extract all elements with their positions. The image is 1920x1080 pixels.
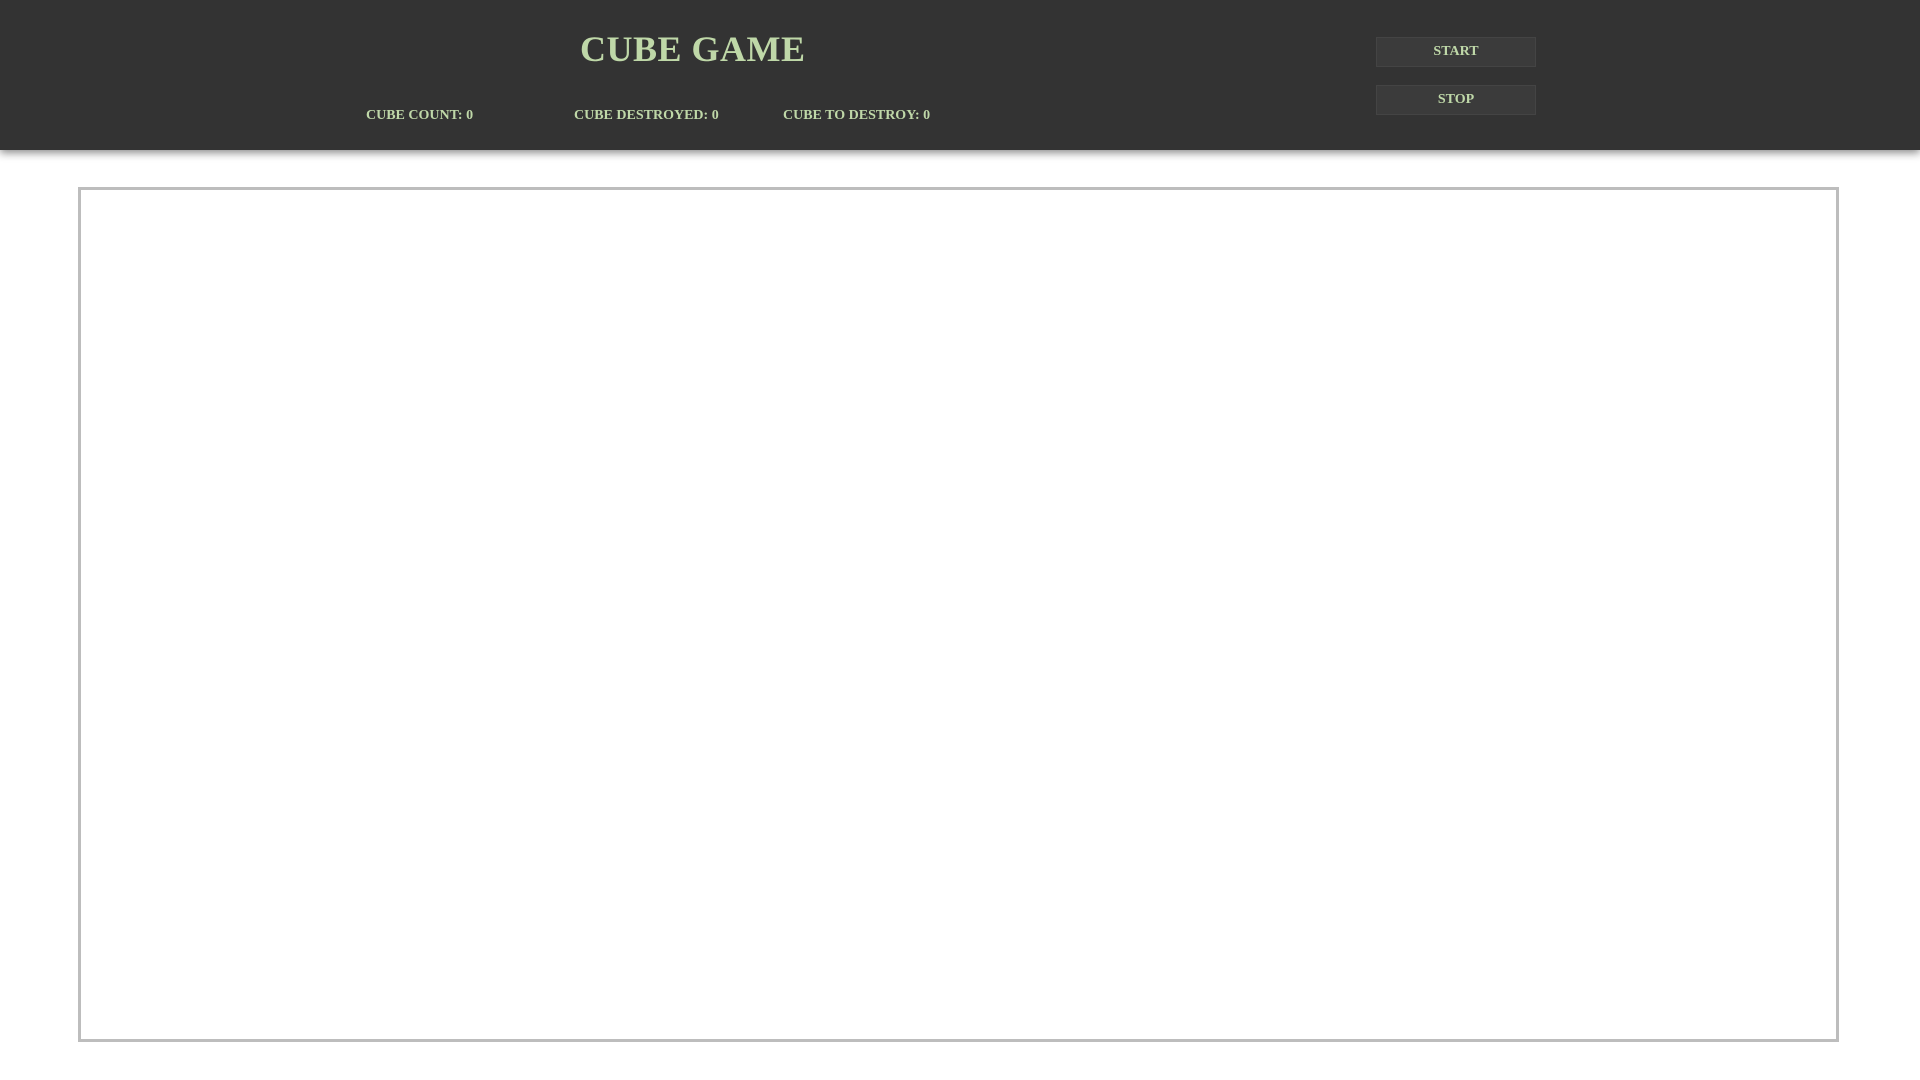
game-title: CUBE GAME — [580, 29, 806, 69]
game-header: CUBE GAME CUBE COUNT: 0 CUBE DESTROYED: … — [0, 0, 1920, 150]
cube-count-stat: CUBE COUNT: 0 — [366, 108, 474, 123]
cube-to-destroy-stat: CUBE TO DESTROY: 0 — [783, 108, 931, 123]
stop-button[interactable]: STOP — [1376, 85, 1536, 115]
start-button[interactable]: START — [1376, 37, 1536, 67]
game-field[interactable] — [78, 187, 1839, 1042]
cube-destroyed-stat: CUBE DESTROYED: 0 — [574, 108, 719, 123]
